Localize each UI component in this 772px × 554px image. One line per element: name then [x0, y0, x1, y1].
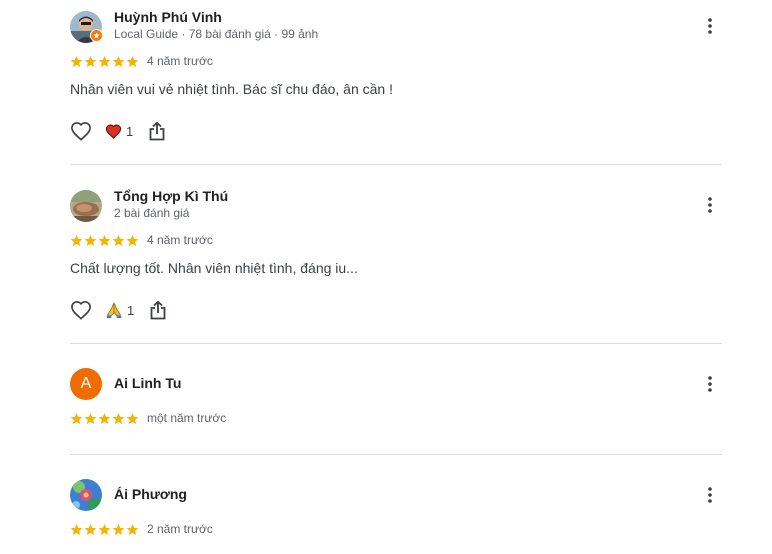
- review-card: Tổng Hợp Kì Thú 2 bài đánh giá 4 năm trư…: [70, 188, 722, 330]
- review-time: một năm trước: [147, 411, 227, 425]
- star-icon: [98, 412, 111, 424]
- star-rating: [70, 412, 139, 425]
- rating-row: 4 năm trước: [70, 232, 213, 248]
- more-options-icon: [708, 18, 712, 34]
- reviewer-avatar[interactable]: A: [70, 368, 102, 400]
- review-card: A Ai Linh Tu một năm trước: [70, 368, 722, 438]
- rating-row: 2 năm trước: [70, 521, 213, 537]
- review-card: Huỳnh Phú Vinh Local Guide · 78 bài đánh…: [70, 9, 722, 151]
- star-icon: [98, 234, 111, 246]
- share-button[interactable]: [149, 300, 167, 320]
- share-icon: [149, 121, 165, 141]
- more-options-icon: [708, 197, 712, 213]
- folded-hands-reaction-icon: [106, 302, 122, 319]
- reaction-count: 1: [126, 123, 134, 139]
- reviewer-name[interactable]: Ái Phương: [114, 486, 187, 502]
- more-options-button[interactable]: [698, 483, 722, 507]
- local-guide-badge-icon: [90, 29, 103, 42]
- rating-row: một năm trước: [70, 410, 226, 426]
- more-options-icon: [708, 376, 712, 392]
- reviewer-avatar[interactable]: [70, 190, 102, 222]
- review-time: 4 năm trước: [147, 233, 213, 247]
- more-options-button[interactable]: [698, 372, 722, 396]
- heart-reaction-icon: [105, 124, 122, 139]
- star-icon: [126, 55, 139, 67]
- star-icon: [70, 523, 83, 535]
- reviewer-name[interactable]: Huỳnh Phú Vinh: [114, 9, 222, 25]
- star-icon: [84, 55, 97, 67]
- star-icon: [84, 234, 97, 246]
- share-button[interactable]: [148, 121, 166, 141]
- star-rating: [70, 234, 139, 247]
- star-icon: [98, 523, 111, 535]
- review-card: Ái Phương 2 năm trước: [70, 479, 722, 549]
- review-divider: [70, 343, 722, 344]
- review-text: Nhân viên vui vẻ nhiệt tình. Bác sĩ chu …: [70, 81, 393, 97]
- star-icon: [112, 55, 125, 67]
- reaction-count: 1: [127, 302, 135, 318]
- more-options-icon: [708, 487, 712, 503]
- star-icon: [70, 55, 83, 67]
- like-button[interactable]: [70, 121, 92, 141]
- star-rating: [70, 55, 139, 68]
- star-icon: [84, 412, 97, 424]
- star-icon: [70, 412, 83, 424]
- star-icon: [84, 523, 97, 535]
- review-time: 4 năm trước: [147, 54, 213, 68]
- review-time: 2 năm trước: [147, 522, 213, 536]
- like-button[interactable]: [70, 300, 92, 320]
- review-actions: 1: [70, 299, 167, 321]
- star-rating: [70, 523, 139, 536]
- star-icon: [112, 412, 125, 424]
- like-icon: [71, 301, 91, 320]
- reaction-summary[interactable]: 1: [105, 123, 133, 139]
- star-icon: [112, 523, 125, 535]
- like-icon: [71, 122, 91, 141]
- star-icon: [112, 234, 125, 246]
- reviewer-name[interactable]: Ai Linh Tu: [114, 375, 181, 391]
- review-divider: [70, 164, 722, 165]
- share-icon: [150, 300, 166, 320]
- reviewer-name[interactable]: Tổng Hợp Kì Thú: [114, 188, 228, 204]
- reaction-summary[interactable]: 1: [105, 301, 134, 319]
- reviewer-meta: 2 bài đánh giá: [114, 206, 190, 220]
- reviewer-avatar[interactable]: [70, 479, 102, 511]
- more-options-button[interactable]: [698, 193, 722, 217]
- review-text: Chất lượng tốt. Nhân viên nhiệt tình, đá…: [70, 260, 358, 276]
- review-actions: 1: [70, 120, 166, 142]
- star-icon: [126, 412, 139, 424]
- star-icon: [98, 55, 111, 67]
- star-icon: [126, 523, 139, 535]
- more-options-button[interactable]: [698, 14, 722, 38]
- star-icon: [70, 234, 83, 246]
- rating-row: 4 năm trước: [70, 53, 213, 69]
- star-icon: [126, 234, 139, 246]
- reviewer-meta: Local Guide · 78 bài đánh giá · 99 ảnh: [114, 27, 319, 41]
- review-divider: [70, 454, 722, 455]
